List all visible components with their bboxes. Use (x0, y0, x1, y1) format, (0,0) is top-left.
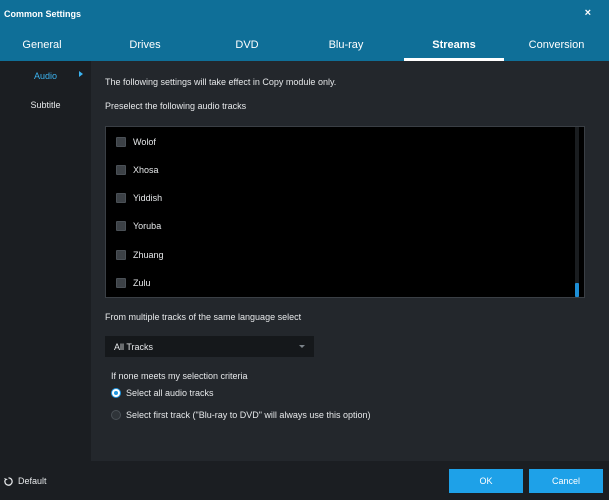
list-item[interactable]: Yoruba (116, 219, 161, 233)
cancel-button[interactable]: Cancel (529, 469, 603, 493)
track-label: Xhosa (133, 165, 159, 175)
radio-button[interactable] (111, 388, 121, 398)
footer: Default OK Cancel (0, 461, 609, 500)
audio-track-list[interactable]: Wolof Xhosa Yiddish Yoruba Zhuang Zulu (105, 126, 585, 298)
reset-icon (4, 476, 13, 486)
option-select-first[interactable]: Select first track ("Blu-ray to DVD" wil… (111, 408, 370, 422)
sidebar-item-subtitle[interactable]: Subtitle (0, 90, 91, 119)
multi-track-value: All Tracks (114, 341, 154, 352)
list-scrollbar[interactable] (575, 127, 579, 297)
tab-drives[interactable]: Drives (84, 28, 206, 61)
track-checkbox[interactable] (116, 137, 126, 147)
list-item[interactable]: Yiddish (116, 191, 162, 205)
tab-bar: General Drives DVD Blu-ray Streams Conve… (0, 28, 609, 61)
list-item[interactable]: Zulu (116, 276, 151, 290)
track-checkbox[interactable] (116, 221, 126, 231)
list-item[interactable]: Xhosa (116, 163, 159, 177)
tab-streams[interactable]: Streams (404, 28, 504, 61)
sidebar-item-label: Audio (33, 70, 58, 81)
default-button[interactable]: Default (3, 474, 47, 488)
default-label: Default (18, 476, 47, 486)
close-icon[interactable]: × (585, 7, 591, 19)
track-checkbox[interactable] (116, 278, 126, 288)
none-meets-label: If none meets my selection criteria (111, 371, 248, 381)
list-item[interactable]: Wolof (116, 135, 156, 149)
track-checkbox[interactable] (116, 193, 126, 203)
track-label: Yiddish (133, 193, 163, 203)
option-select-all[interactable]: Select all audio tracks (111, 386, 214, 400)
track-label: Zhuang (133, 250, 164, 260)
track-label: Wolof (133, 137, 156, 147)
tab-general[interactable]: General (0, 28, 84, 61)
chevron-right-icon (79, 71, 83, 77)
scrollbar-thumb[interactable] (575, 283, 579, 297)
option-label: Select first track ("Blu-ray to DVD" wil… (126, 410, 371, 420)
settings-panel: The following settings will take effect … (91, 61, 609, 461)
ok-button[interactable]: OK (449, 469, 523, 493)
track-label: Yoruba (133, 221, 162, 231)
chevron-down-icon (299, 345, 305, 348)
window-title: Common Settings (4, 9, 82, 19)
tab-blu-ray[interactable]: Blu-ray (288, 28, 404, 61)
option-label: Select all audio tracks (126, 388, 214, 398)
radio-button[interactable] (111, 410, 121, 420)
list-item[interactable]: Zhuang (116, 248, 164, 262)
tab-dvd[interactable]: DVD (206, 28, 288, 61)
track-checkbox[interactable] (116, 165, 126, 175)
preselect-label: Preselect the following audio tracks (105, 101, 247, 111)
multi-track-select[interactable]: All Tracks (105, 336, 314, 357)
copy-module-note: The following settings will take effect … (105, 77, 337, 87)
sidebar: Audio Subtitle (0, 61, 91, 461)
track-label: Zulu (133, 278, 151, 288)
multi-track-label: From multiple tracks of the same languag… (105, 312, 302, 322)
title-bar: Common Settings × (0, 0, 609, 28)
sidebar-item-audio[interactable]: Audio (0, 61, 91, 90)
tab-conversion[interactable]: Conversion (504, 28, 609, 61)
track-checkbox[interactable] (116, 250, 126, 260)
sidebar-item-label: Subtitle (30, 99, 61, 110)
